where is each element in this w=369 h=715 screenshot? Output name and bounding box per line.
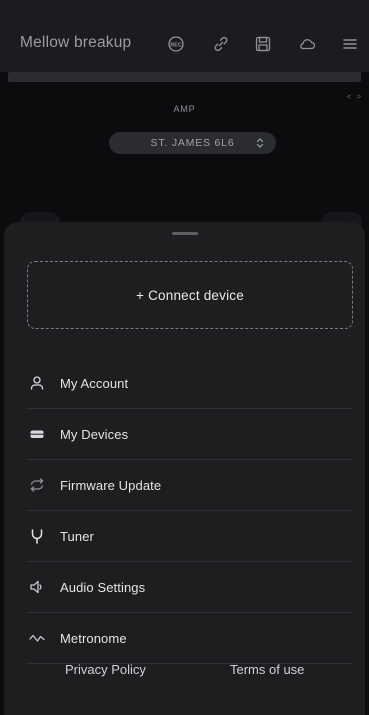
menu-item-metronome[interactable]: Metronome bbox=[26, 613, 352, 664]
preset-title[interactable]: Mellow breakup bbox=[20, 34, 131, 52]
amp-model-label: ST. JAMES 6L6 bbox=[150, 137, 235, 149]
amp-panel: AMP < > ST. JAMES 6L6 bbox=[0, 82, 369, 232]
app-bar: Mellow breakup REC bbox=[0, 0, 369, 72]
sheet-drag-handle[interactable] bbox=[172, 232, 198, 235]
menu-label: Metronome bbox=[60, 630, 127, 646]
menu-label: Audio Settings bbox=[60, 579, 146, 595]
menu-item-my-devices[interactable]: My Devices bbox=[26, 409, 352, 460]
svg-text:REC: REC bbox=[170, 42, 182, 48]
cloud-icon[interactable] bbox=[297, 34, 317, 54]
menu-label: Tuner bbox=[60, 528, 94, 544]
wave-icon bbox=[28, 629, 46, 647]
preset-strip bbox=[8, 72, 361, 82]
menu-item-tuner[interactable]: Tuner bbox=[26, 511, 352, 562]
menu-label: Firmware Update bbox=[60, 477, 162, 493]
menu-label: My Devices bbox=[60, 426, 129, 442]
menu-label: My Account bbox=[60, 375, 129, 391]
connect-device-label: + Connect device bbox=[136, 287, 244, 303]
device-icon bbox=[28, 425, 46, 443]
settings-bottom-sheet: + Connect device My Account My Devices F… bbox=[4, 222, 365, 715]
tuning-fork-icon bbox=[28, 527, 46, 545]
updown-chevron-icon bbox=[256, 138, 264, 148]
privacy-policy-link[interactable]: Privacy Policy bbox=[65, 662, 146, 677]
save-icon[interactable] bbox=[253, 34, 273, 54]
sync-icon bbox=[28, 476, 46, 494]
menu-icon[interactable] bbox=[340, 34, 360, 54]
speaker-icon bbox=[28, 578, 46, 596]
amp-nav-arrows[interactable]: < > bbox=[347, 94, 363, 101]
sheet-footer: Privacy Policy Terms of use bbox=[4, 662, 365, 692]
amp-model-selector[interactable]: ST. JAMES 6L6 bbox=[109, 132, 276, 154]
rec-icon[interactable]: REC bbox=[166, 34, 186, 54]
menu-item-my-account[interactable]: My Account bbox=[26, 358, 352, 409]
menu-item-audio-settings[interactable]: Audio Settings bbox=[26, 562, 352, 613]
menu-item-firmware-update[interactable]: Firmware Update bbox=[26, 460, 352, 511]
user-icon bbox=[28, 374, 46, 392]
link-icon[interactable] bbox=[211, 34, 231, 54]
amp-label: AMP bbox=[173, 104, 196, 114]
terms-of-use-link[interactable]: Terms of use bbox=[230, 662, 304, 677]
settings-menu: My Account My Devices Firmware Update Tu… bbox=[4, 358, 365, 664]
connect-device-button[interactable]: + Connect device bbox=[27, 261, 353, 329]
